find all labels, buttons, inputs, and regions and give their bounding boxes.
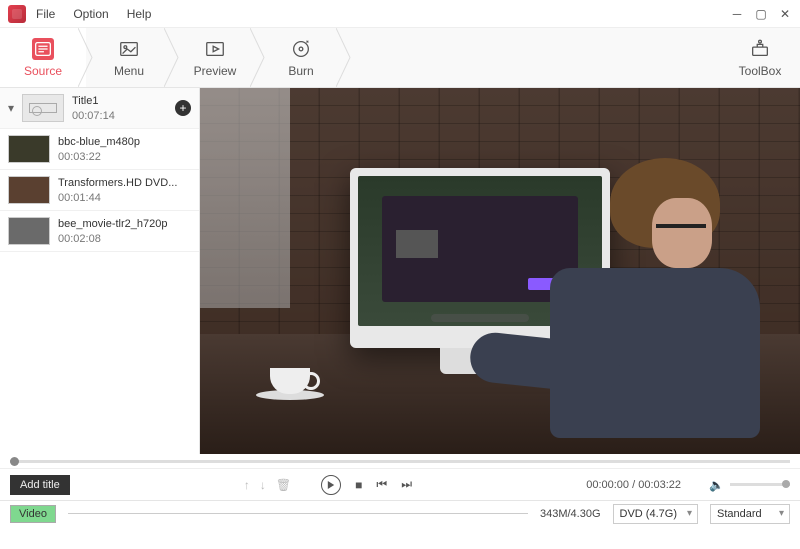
add-title-button[interactable]: Add title xyxy=(10,475,70,495)
volume-thumb[interactable] xyxy=(782,480,790,488)
disc-type-select[interactable]: DVD (4.7G) xyxy=(613,504,698,524)
clip-thumbnail xyxy=(8,217,50,245)
stop-button[interactable]: ■ xyxy=(355,478,362,492)
clip-duration: 00:02:08 xyxy=(58,233,191,245)
seek-track[interactable] xyxy=(10,460,790,463)
video-preview[interactable] xyxy=(200,88,800,454)
title-bar: File Option Help ─ ▢ ✕ xyxy=(0,0,800,28)
status-bar: Video 343M/4.30G DVD (4.7G) Standard xyxy=(0,500,800,526)
title-header-row[interactable]: ▾ Title1 00:07:14 + xyxy=(0,88,199,129)
menu-help[interactable]: Help xyxy=(127,7,152,21)
playback-controls: ■ ⏮ ⏭ xyxy=(321,475,412,495)
window-controls: ─ ▢ ✕ xyxy=(730,7,792,21)
tab-label: Source xyxy=(24,64,62,78)
main-toolbar: Source Menu Preview Burn ToolBox xyxy=(0,28,800,88)
track-line xyxy=(68,513,528,514)
clip-row[interactable]: bee_movie-tlr2_h720p 00:02:08 xyxy=(0,211,199,252)
list-ops: ↑ ↓ 🗑 xyxy=(244,478,291,492)
preview-frame xyxy=(200,88,800,454)
volume-icon[interactable]: 🔈 xyxy=(709,478,724,492)
prev-button[interactable]: ⏮ xyxy=(376,477,387,492)
source-icon xyxy=(32,38,54,60)
menu-icon xyxy=(118,38,140,60)
title-duration: 00:07:14 xyxy=(72,110,175,122)
seek-thumb[interactable] xyxy=(10,457,19,466)
preview-icon xyxy=(204,38,226,60)
tab-label: Preview xyxy=(194,64,237,78)
collapse-icon[interactable]: ▾ xyxy=(8,101,18,115)
video-track-chip[interactable]: Video xyxy=(10,505,56,523)
clip-thumbnail xyxy=(8,176,50,204)
title-thumbnail xyxy=(22,94,64,122)
close-button[interactable]: ✕ xyxy=(778,7,792,21)
burn-icon xyxy=(290,38,312,60)
clip-name: bee_movie-tlr2_h720p xyxy=(58,218,191,230)
size-readout: 343M/4.30G xyxy=(540,508,601,520)
add-clip-button[interactable]: + xyxy=(175,100,191,116)
menu-bar: File Option Help xyxy=(36,7,151,21)
play-button[interactable] xyxy=(321,475,341,495)
clip-name: Transformers.HD DVD... xyxy=(58,177,191,189)
move-down-icon[interactable]: ↓ xyxy=(260,478,266,492)
quality-select[interactable]: Standard xyxy=(710,504,790,524)
next-button[interactable]: ⏭ xyxy=(401,477,412,492)
toolbox-label: ToolBox xyxy=(739,64,782,78)
clip-thumbnail xyxy=(8,135,50,163)
clip-name: bbc-blue_m480p xyxy=(58,136,191,148)
title-name: Title1 xyxy=(72,95,175,107)
time-total: 00:03:22 xyxy=(638,479,681,491)
tab-label: Menu xyxy=(114,64,144,78)
delete-icon[interactable]: 🗑 xyxy=(276,478,291,492)
toolbox-icon xyxy=(749,38,771,60)
time-display: 00:00:00 / 00:03:22 xyxy=(586,479,681,491)
volume-slider[interactable] xyxy=(730,483,790,486)
seek-bar[interactable] xyxy=(0,454,800,468)
clip-row[interactable]: Transformers.HD DVD... 00:01:44 xyxy=(0,170,199,211)
app-icon xyxy=(8,5,26,23)
controls-bar: Add title ↑ ↓ 🗑 ■ ⏮ ⏭ 00:00:00 / 00:03:2… xyxy=(0,468,800,500)
title-list: ▾ Title1 00:07:14 + bbc-blue_m480p 00:03… xyxy=(0,88,200,454)
clip-row[interactable]: bbc-blue_m480p 00:03:22 xyxy=(0,129,199,170)
volume-control: 🔈 xyxy=(709,478,790,492)
toolbox-button[interactable]: ToolBox xyxy=(720,28,800,87)
tab-burn[interactable]: Burn xyxy=(258,28,344,87)
menu-option[interactable]: Option xyxy=(73,7,108,21)
main-area: ▾ Title1 00:07:14 + bbc-blue_m480p 00:03… xyxy=(0,88,800,454)
clip-duration: 00:01:44 xyxy=(58,192,191,204)
tab-preview[interactable]: Preview xyxy=(172,28,258,87)
maximize-button[interactable]: ▢ xyxy=(754,7,768,21)
move-up-icon[interactable]: ↑ xyxy=(244,478,250,492)
menu-file[interactable]: File xyxy=(36,7,55,21)
clip-duration: 00:03:22 xyxy=(58,151,191,163)
tab-menu[interactable]: Menu xyxy=(86,28,172,87)
minimize-button[interactable]: ─ xyxy=(730,7,744,21)
tab-label: Burn xyxy=(288,64,313,78)
tab-source[interactable]: Source xyxy=(0,28,86,87)
time-current: 00:00:00 xyxy=(586,479,629,491)
